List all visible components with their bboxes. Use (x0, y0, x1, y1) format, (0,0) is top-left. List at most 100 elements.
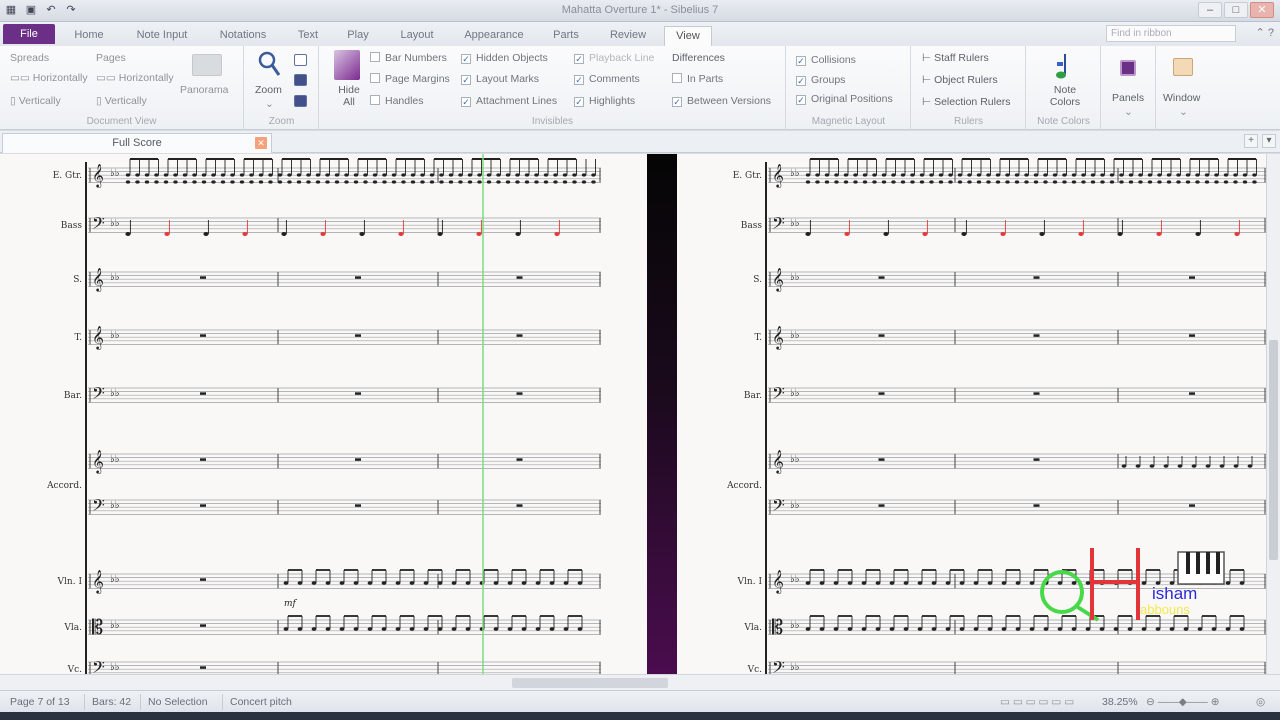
staff-label: Vln. I (57, 577, 83, 587)
note-head (287, 173, 292, 177)
selection-rulers-button[interactable]: ⊢ Selection Rulers (922, 96, 1011, 108)
view-mode-icons[interactable]: ▭ ▭ ▭ ▭ ▭ ▭ (1000, 696, 1074, 708)
playback-line-checkbox[interactable]: ✓ Playback Line (574, 52, 654, 64)
vertical-scrollbar[interactable] (1266, 154, 1280, 674)
note-head (401, 180, 406, 184)
bass-clef-icon: 𝄢 (92, 383, 105, 407)
panorama-button[interactable]: Panorama (180, 84, 228, 96)
group-magnetic-layout: ✓ Collisions ✓ Groups ✓ Original Positions … (787, 46, 911, 130)
note-head (353, 180, 359, 184)
between-versions-checkbox[interactable]: ✓ Between Versions (672, 95, 771, 107)
tab-layout[interactable]: Layout (392, 26, 442, 46)
horizontal-scrollbar[interactable] (0, 674, 1280, 690)
note-head (306, 173, 311, 177)
layout-marks-checkbox[interactable]: ✓ Layout Marks (461, 73, 539, 85)
note-head (477, 180, 482, 184)
tab-view[interactable]: View (664, 26, 712, 46)
staff-rulers-button[interactable]: ⊢ Staff Rulers (922, 52, 989, 64)
fit-width-icon[interactable] (294, 95, 307, 107)
panels-button[interactable]: Panels (1112, 92, 1144, 104)
collisions-checkbox[interactable]: ✓ Collisions (796, 54, 856, 66)
tab-play[interactable]: Play (338, 26, 378, 46)
note-head (315, 180, 321, 184)
horizontal-scroll-thumb[interactable] (512, 678, 668, 688)
hidden-objects-checkbox[interactable]: ✓ Hidden Objects (461, 52, 548, 64)
hide-all-button[interactable]: Hide All (334, 84, 364, 108)
checkmark-icon: ✓ (796, 56, 806, 66)
note-head (1185, 180, 1191, 184)
attachment-lines-checkbox[interactable]: ✓ Attachment Lines (461, 95, 557, 107)
hide-all-icon (334, 50, 360, 80)
spreads-vertically-button[interactable]: ▯ Vertically (10, 95, 61, 107)
handles-checkbox[interactable]: Handles (370, 95, 424, 107)
note-head (534, 173, 539, 177)
in-parts-checkbox[interactable]: In Parts (672, 73, 723, 85)
object-rulers-button[interactable]: ⊢ Object Rulers (922, 74, 998, 86)
page-view-icon[interactable] (294, 54, 307, 66)
note-head (1100, 173, 1105, 177)
zoom-slider[interactable]: ⊖ ——◆—— ⊕ (1146, 696, 1220, 708)
window-dropdown-icon[interactable]: ⌄ (1179, 106, 1188, 118)
note-head (182, 180, 188, 184)
note-head (420, 173, 425, 177)
tab-appearance[interactable]: Appearance (456, 26, 532, 46)
note-head (201, 173, 207, 177)
panorama-icon (192, 54, 222, 76)
page-margins-checkbox[interactable]: Page Margins (370, 73, 450, 85)
whole-rest-icon (200, 334, 206, 337)
bar-numbers-checkbox[interactable]: Bar Numbers (370, 52, 447, 64)
note-head (815, 180, 820, 184)
note-head (192, 173, 197, 177)
minimize-button[interactable]: – (1198, 2, 1222, 18)
tab-file[interactable]: File (3, 24, 55, 44)
find-in-ribbon-input[interactable]: Find in ribbon (1106, 25, 1236, 42)
ribbon-collapse-icons[interactable]: ⌃ ? (1256, 26, 1274, 39)
note-head (1147, 173, 1153, 177)
note-head (967, 173, 972, 177)
checkmark-icon: ✓ (574, 54, 584, 64)
new-tab-icon[interactable]: + (1244, 134, 1258, 148)
status-pitch[interactable]: Concert pitch (230, 696, 292, 708)
bass-note (961, 232, 967, 236)
full-score-tab[interactable]: Full Score ✕ (2, 133, 272, 153)
tab-text[interactable]: Text (288, 26, 328, 46)
note-head (910, 173, 915, 177)
note-head (1176, 180, 1181, 184)
key-signature-icon: ♭♭ (110, 272, 120, 283)
pages-vertically-button[interactable]: ▯ Vertically (96, 95, 147, 107)
treble-clef-icon: 𝄞 (772, 449, 784, 474)
panels-icon (1120, 60, 1136, 76)
maximize-button[interactable]: □ (1224, 2, 1248, 18)
staff-label: Vc. (67, 665, 83, 674)
vertical-scroll-thumb[interactable] (1269, 340, 1278, 560)
bass-note (1156, 232, 1162, 236)
zoom-dropdown-icon[interactable]: ⌄ (265, 98, 274, 110)
window-button[interactable]: Window (1163, 92, 1200, 104)
panels-dropdown-icon[interactable]: ⌄ (1124, 106, 1133, 118)
close-button[interactable]: ✕ (1250, 2, 1274, 18)
original-positions-checkbox[interactable]: ✓ Original Positions (796, 93, 893, 105)
zoom-button[interactable]: Zoom (255, 84, 282, 96)
tab-parts[interactable]: Parts (544, 26, 588, 46)
tab-note-input[interactable]: Note Input (124, 26, 200, 46)
status-zoom[interactable]: 38.25% (1102, 696, 1138, 708)
note-head (420, 180, 425, 184)
tab-review[interactable]: Review (602, 26, 654, 46)
note-head (1242, 180, 1248, 184)
spreads-horizontally-button[interactable]: ▭▭ Horizontally (10, 72, 88, 84)
group-invisibles: Hide All Bar Numbers Page Margins Handle… (320, 46, 786, 130)
zoom-fit-icon[interactable]: ◎ (1256, 696, 1265, 708)
fit-page-icon[interactable] (294, 74, 307, 86)
close-tab-icon[interactable]: ✕ (255, 137, 267, 149)
tab-home[interactable]: Home (62, 26, 116, 46)
bass-note (1078, 232, 1084, 236)
note-head (344, 173, 349, 177)
note-colors-button[interactable]: Note Colors (1041, 84, 1089, 108)
pages-horizontally-button[interactable]: ▭▭ Horizontally (96, 72, 174, 84)
whole-rest-icon (355, 458, 361, 461)
tab-menu-icon[interactable]: ▾ (1262, 134, 1276, 148)
groups-checkbox[interactable]: ✓ Groups (796, 74, 845, 86)
highlights-checkbox[interactable]: ✓ Highlights (574, 95, 635, 107)
tab-notations[interactable]: Notations (208, 26, 278, 46)
comments-checkbox[interactable]: ✓ Comments (574, 73, 640, 85)
